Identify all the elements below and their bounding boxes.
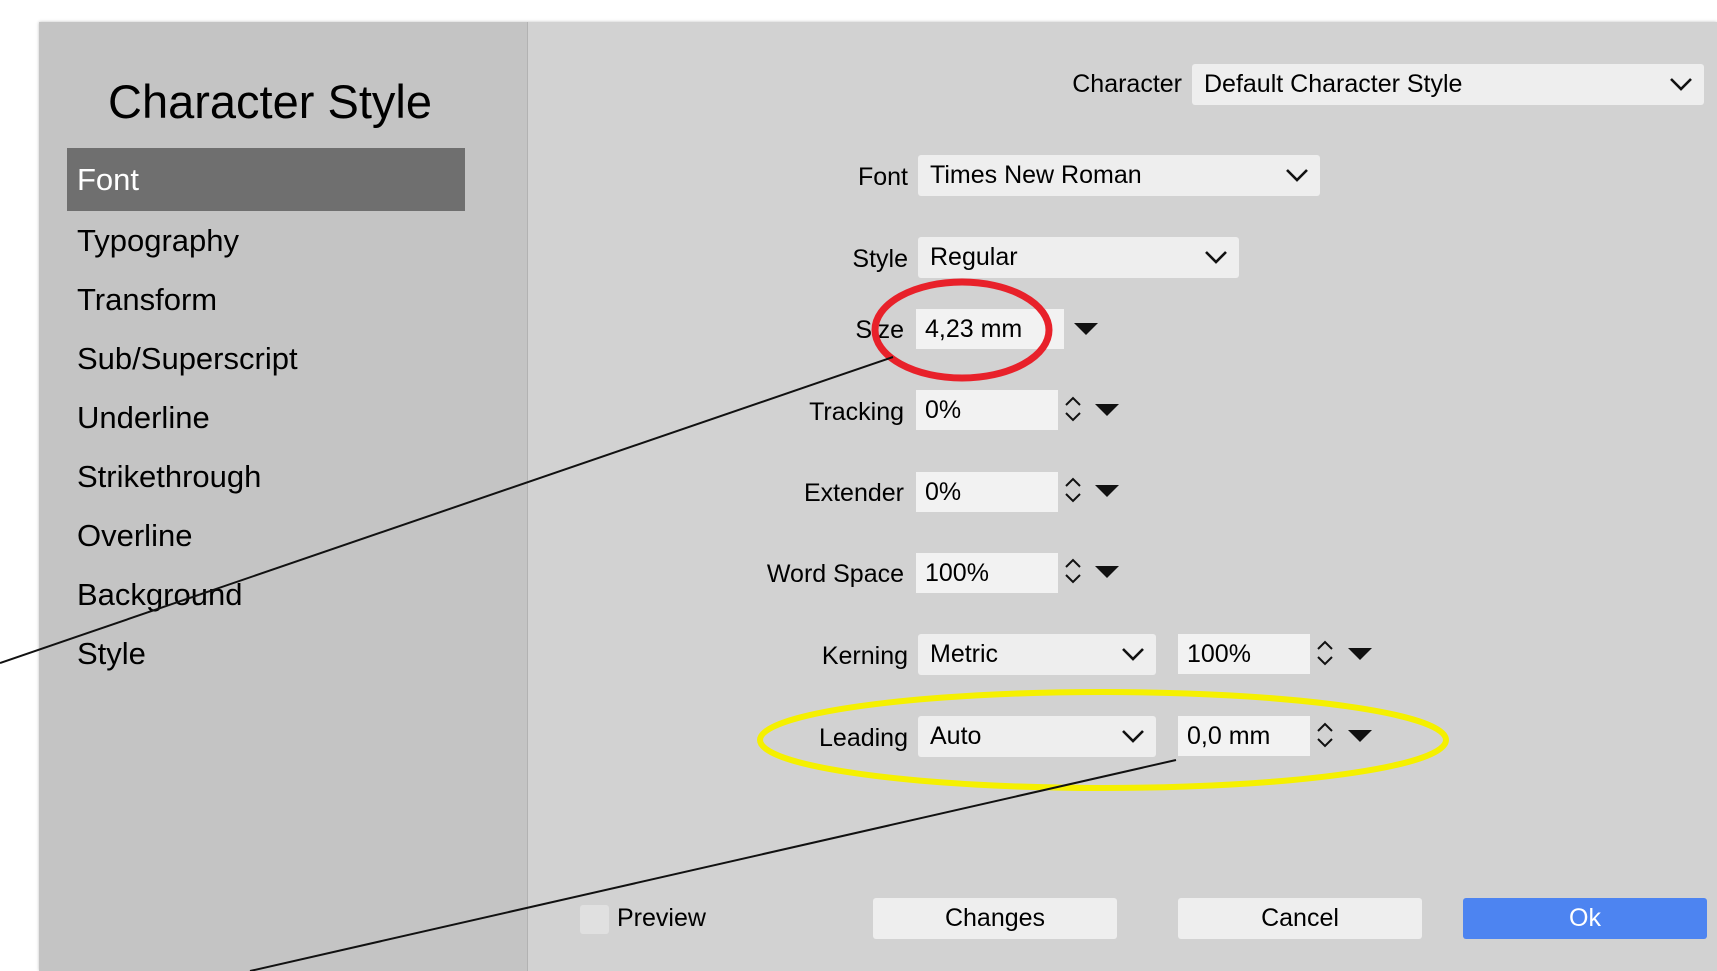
chevron-down-icon xyxy=(1122,648,1144,661)
style-value: Regular xyxy=(930,243,1018,271)
character-style-value: Default Character Style xyxy=(1204,70,1463,98)
dropdown-triangle-icon[interactable] xyxy=(1347,729,1373,743)
dialog-title: Character Style xyxy=(108,75,432,128)
kerning-label: Kerning xyxy=(821,642,908,670)
size-label: Size xyxy=(855,316,904,344)
size-field[interactable]: 4,23 mm xyxy=(916,309,1064,349)
style-select[interactable]: Regular xyxy=(918,237,1239,278)
dropdown-triangle-icon[interactable] xyxy=(1094,403,1120,417)
sidebar-item-style[interactable]: Style xyxy=(67,624,465,683)
sidebar: Character Style Font Typography Transfor… xyxy=(39,22,528,971)
stepper-icon[interactable] xyxy=(1063,556,1083,586)
chevron-down-icon xyxy=(1205,251,1227,264)
sidebar-item-strikethrough[interactable]: Strikethrough xyxy=(67,447,465,506)
tracking-field[interactable]: 0% xyxy=(916,390,1058,430)
font-value: Times New Roman xyxy=(930,161,1142,189)
word-space-field[interactable]: 100% xyxy=(916,553,1058,593)
sidebar-item-typography[interactable]: Typography xyxy=(67,211,465,270)
changes-button[interactable]: Changes xyxy=(873,898,1117,939)
sidebar-item-transform[interactable]: Transform xyxy=(67,270,465,329)
style-label: Style xyxy=(852,245,908,273)
kerning-amount-field[interactable]: 100% xyxy=(1178,634,1310,674)
word-space-label: Word Space xyxy=(766,560,904,588)
ok-button[interactable]: Ok xyxy=(1463,898,1707,939)
extender-field[interactable]: 0% xyxy=(916,472,1058,512)
stepper-icon[interactable] xyxy=(1315,720,1335,750)
kerning-select[interactable]: Metric xyxy=(918,634,1156,675)
stepper-icon[interactable] xyxy=(1063,394,1083,424)
leading-label: Leading xyxy=(819,724,908,752)
character-style-select[interactable]: Default Character Style xyxy=(1192,64,1704,105)
cancel-button[interactable]: Cancel xyxy=(1178,898,1422,939)
extender-label: Extender xyxy=(803,479,904,507)
preview-label: Preview xyxy=(617,904,706,932)
preview-checkbox[interactable] xyxy=(580,905,609,934)
stepper-icon[interactable] xyxy=(1063,475,1083,505)
font-select[interactable]: Times New Roman xyxy=(918,155,1320,196)
sidebar-item-background[interactable]: Background xyxy=(67,565,465,624)
leading-value: Auto xyxy=(930,722,982,750)
tracking-label: Tracking xyxy=(809,398,904,426)
leading-select[interactable]: Auto xyxy=(918,716,1156,757)
sidebar-item-underline[interactable]: Underline xyxy=(67,388,465,447)
sidebar-item-sub-superscript[interactable]: Sub/Superscript xyxy=(67,329,465,388)
font-label: Font xyxy=(857,163,908,191)
kerning-value: Metric xyxy=(930,640,999,668)
chevron-down-icon xyxy=(1286,169,1308,182)
dropdown-triangle-icon[interactable] xyxy=(1347,647,1373,661)
dropdown-triangle-icon[interactable] xyxy=(1073,322,1099,336)
character-label: Character xyxy=(1072,70,1182,98)
dropdown-triangle-icon[interactable] xyxy=(1094,484,1120,498)
chevron-down-icon xyxy=(1122,730,1144,743)
leading-amount-field[interactable]: 0,0 mm xyxy=(1178,716,1310,756)
stepper-icon[interactable] xyxy=(1315,638,1335,668)
sidebar-nav: Font Typography Transform Sub/Superscrip… xyxy=(67,148,465,683)
sidebar-item-font[interactable]: Font xyxy=(67,148,465,211)
chevron-down-icon xyxy=(1670,78,1692,91)
dropdown-triangle-icon[interactable] xyxy=(1094,565,1120,579)
sidebar-item-overline[interactable]: Overline xyxy=(67,506,465,565)
